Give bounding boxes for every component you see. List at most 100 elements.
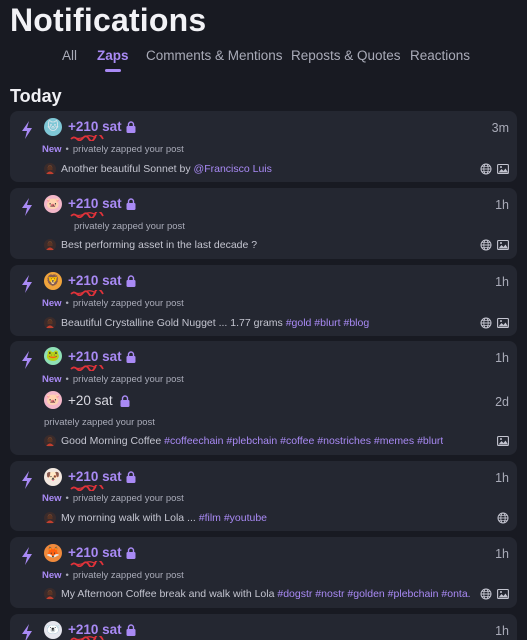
zap-bolt-icon xyxy=(20,274,34,294)
post-preview[interactable]: Good Morning Coffee #coffeechain #plebch… xyxy=(61,435,443,447)
post-hashtags[interactable]: #dogstr #nostr #golden #plebchain #onta.… xyxy=(277,588,471,600)
timestamp: 1h xyxy=(495,275,509,289)
zap-amount: +210 sat xyxy=(68,349,122,364)
globe-icon xyxy=(480,588,492,600)
redaction-scribble xyxy=(70,485,104,491)
dog-face-avatar[interactable]: 🐶 xyxy=(44,468,62,486)
post-preview[interactable]: My morning walk with Lola ... #film #you… xyxy=(61,512,267,524)
fox-face-avatar[interactable]: 🦊 xyxy=(44,544,62,562)
frog-face-avatar[interactable]: 🐸 xyxy=(44,347,62,365)
redaction-scribble xyxy=(70,636,104,640)
zap-description: privately zapped your post xyxy=(74,221,185,232)
image-icon xyxy=(497,435,509,447)
post-preview[interactable]: Best performing asset in the last decade… xyxy=(61,239,257,251)
notification-card[interactable]: 🐷 +210 sat 1h privately zapped your post… xyxy=(10,188,517,259)
lock-icon xyxy=(126,351,136,363)
zap-meta: New • privately zapped your post xyxy=(42,298,184,309)
zap-amount: +210 sat xyxy=(68,196,122,211)
post-hashtags[interactable]: #film #youtube xyxy=(199,512,267,524)
separator-dot: • xyxy=(65,570,69,581)
post-icons xyxy=(497,512,509,524)
zap-description: privately zapped your post xyxy=(72,144,184,155)
lock-icon xyxy=(126,275,136,287)
post-hashtags[interactable]: #coffeechain #plebchain #coffee #nostric… xyxy=(164,435,443,447)
tab-reposts-quotes[interactable]: Reposts & Quotes xyxy=(291,48,401,63)
post-preview[interactable]: My Afternoon Coffee break and walk with … xyxy=(61,588,471,600)
image-icon xyxy=(497,163,509,175)
new-badge: New xyxy=(42,144,62,155)
redaction-scribble xyxy=(70,290,104,296)
zap-amount: +210 sat xyxy=(68,119,122,134)
section-today: Today xyxy=(10,86,62,106)
post-preview[interactable]: Beautiful Crystalline Gold Nugget ... 1.… xyxy=(61,317,369,329)
lion-face-avatar[interactable]: 🦁 xyxy=(44,272,62,290)
tab-bar: All Zaps Comments & Mentions Reposts & Q… xyxy=(0,44,527,74)
post-icons xyxy=(480,239,509,251)
zap-amount: +210 sat xyxy=(68,545,122,560)
tab-reactions[interactable]: Reactions xyxy=(410,48,470,63)
separator-dot: • xyxy=(65,298,69,309)
post-icons xyxy=(480,317,509,329)
zap-bolt-icon xyxy=(20,623,34,640)
zap-bolt-icon xyxy=(20,197,34,217)
notification-card[interactable]: 🦁 +210 sat 1h New • privately zapped your … xyxy=(10,265,517,336)
notification-card[interactable]: 🐶 +210 sat 1h New • privately zapped your … xyxy=(10,461,517,531)
timestamp: 1h xyxy=(495,547,509,561)
post-author-avatar xyxy=(44,239,56,251)
new-badge: New xyxy=(42,570,62,581)
tab-all[interactable]: All xyxy=(62,48,77,63)
notification-card[interactable]: 🐻‍❄️ +210 sat 1h xyxy=(10,614,517,640)
cat-face-avatar[interactable]: 🐱 xyxy=(44,118,62,136)
timestamp-secondary: 2d xyxy=(495,395,509,409)
zap-amount: +210 sat xyxy=(68,469,122,484)
pig-face-avatar[interactable]: 🐷 xyxy=(44,195,62,213)
timestamp: 3m xyxy=(491,121,509,135)
zap-description: privately zapped your post xyxy=(72,374,184,385)
lock-icon xyxy=(126,471,136,483)
timestamp: 1h xyxy=(495,471,509,485)
lock-icon xyxy=(126,121,136,133)
zap-bolt-icon xyxy=(20,546,34,566)
separator-dot: • xyxy=(65,144,69,155)
zap-description-secondary: privately zapped your post xyxy=(44,417,155,428)
new-badge: New xyxy=(42,298,62,309)
post-preview[interactable]: Another beautiful Sonnet by @Francisco L… xyxy=(61,163,272,175)
image-icon xyxy=(497,588,509,600)
zap-meta: New • privately zapped your post xyxy=(42,374,184,385)
post-text: My morning walk with Lola ... xyxy=(61,512,196,524)
zap-bolt-icon xyxy=(20,120,34,140)
post-author-avatar xyxy=(44,163,56,175)
notification-card[interactable]: 🐱 +210 sat 3m New • privately zapped your … xyxy=(10,111,517,182)
post-text: My Afternoon Coffee break and walk with … xyxy=(61,588,275,600)
pig-face-avatar[interactable]: 🐷 xyxy=(44,391,62,409)
tab-comments-mentions[interactable]: Comments & Mentions xyxy=(146,48,283,63)
globe-icon xyxy=(480,163,492,175)
globe-icon xyxy=(480,239,492,251)
zap-amount-secondary: +20 sat xyxy=(68,393,113,408)
post-author-avatar xyxy=(44,317,56,329)
post-author-avatar xyxy=(44,512,56,524)
notification-card[interactable]: 🦊 +210 sat 1h New • privately zapped your … xyxy=(10,537,517,608)
zap-meta: New • privately zapped your post xyxy=(42,144,184,155)
globe-icon xyxy=(480,317,492,329)
post-hashtags[interactable]: #gold #blurt #blog xyxy=(286,317,369,329)
page-title: Notifications xyxy=(10,2,207,38)
post-author-avatar xyxy=(44,435,56,447)
post-author-avatar xyxy=(44,588,56,600)
post-text: Another beautiful Sonnet by xyxy=(61,163,191,175)
post-icons xyxy=(497,435,509,447)
post-mention[interactable]: @Francisco Luis xyxy=(194,163,272,175)
lock-icon xyxy=(126,198,136,210)
image-icon xyxy=(497,239,509,251)
tab-zaps[interactable]: Zaps xyxy=(97,48,129,72)
redaction-scribble xyxy=(70,561,104,567)
globe-icon xyxy=(497,512,509,524)
bear-face-avatar[interactable]: 🐻‍❄️ xyxy=(44,621,62,639)
zap-meta: New • privately zapped your post xyxy=(42,493,184,504)
zap-description: privately zapped your post xyxy=(72,298,184,309)
zap-description: privately zapped your post xyxy=(72,570,184,581)
notification-card[interactable]: 🐸 +210 sat 1h New • privately zapped your … xyxy=(10,341,517,455)
timestamp: 1h xyxy=(495,198,509,212)
timestamp: 1h xyxy=(495,624,509,638)
separator-dot: • xyxy=(65,374,69,385)
